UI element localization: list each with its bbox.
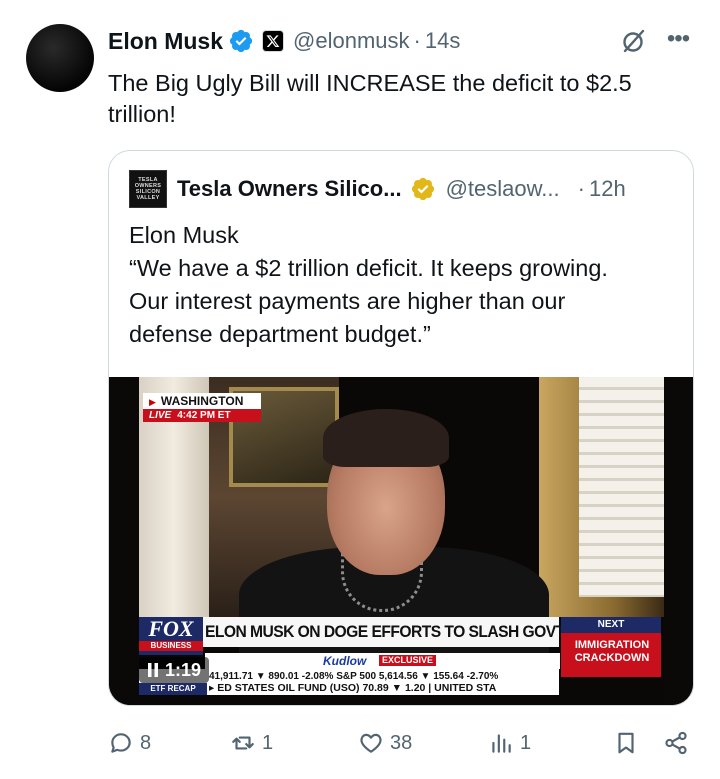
quote-text-line: Our interest payments are higher than ou… (129, 288, 566, 314)
quote-timestamp[interactable]: 12h (589, 176, 626, 202)
show-name: Kudlow (323, 654, 367, 668)
video-person-hair (323, 409, 449, 467)
location-text: WASHINGTON (160, 394, 244, 408)
quote-text-line: defense department budget.” (129, 321, 431, 347)
quote-avatar-text: VALLEY (136, 195, 160, 201)
quoted-tweet[interactable]: TESLA OWNERS SILICON VALLEY Tesla Owners… (108, 150, 694, 706)
verified-gold-badge-icon[interactable] (410, 176, 436, 202)
repost-button[interactable]: 1 (230, 726, 273, 760)
video-player[interactable]: ▶ WASHINGTON LIVE 4:42 PM ET FOX BUSINESS E… (109, 377, 693, 705)
more-icon[interactable]: ••• (665, 26, 691, 52)
video-timer[interactable]: 1:19 (139, 657, 210, 683)
live-tag: LIVE 4:42 PM ET (143, 409, 261, 422)
separator-dot: · (577, 176, 585, 201)
repost-count: 1 (262, 731, 274, 754)
pause-icon[interactable] (147, 662, 159, 678)
ticker-row: 41,911.71 ▼ 890.01 -2.08% S&P 500 5,614.… (209, 671, 499, 682)
tweet-actions: 8 1 38 1 (108, 726, 694, 760)
heart-icon (360, 733, 382, 753)
tweet-header: Elon Musk @elonmusk · 14s (108, 26, 460, 56)
share-button[interactable] (663, 726, 689, 760)
quote-text-line: Elon Musk (129, 222, 239, 248)
view-count: 1 (520, 731, 532, 754)
next-segment-text: IMMIGRATION CRACKDOWN (574, 639, 650, 664)
share-icon (665, 731, 687, 755)
views-icon (492, 734, 511, 753)
quote-author-handle[interactable]: @teslaow... (446, 176, 560, 202)
live-time: 4:42 PM ET (177, 410, 231, 421)
exclusive-tag: EXCLUSIVE (379, 655, 437, 666)
video-scene-window (579, 377, 665, 597)
verified-badge-icon[interactable] (228, 28, 254, 54)
next-label: NEXT (561, 617, 661, 633)
play-arrow-icon: ▶ (149, 397, 156, 407)
author-avatar[interactable] (26, 24, 94, 92)
author-name[interactable]: Elon Musk (108, 28, 223, 55)
repost-icon (232, 736, 254, 750)
video-duration: 1:19 (165, 660, 202, 680)
etf-recap-label: ETF RECAP (139, 683, 207, 695)
tweet-text: The Big Ugly Bill will INCREASE the defi… (108, 70, 632, 127)
bookmark-icon (618, 732, 634, 754)
reply-count: 8 (140, 731, 152, 754)
views-button[interactable]: 1 (488, 726, 531, 760)
video-letterbox-left (109, 377, 139, 705)
x-logo-icon (262, 30, 285, 52)
quote-text-line: “We have a $2 trillion deficit. It keeps… (129, 255, 608, 281)
author-handle[interactable]: @elonmusk (293, 28, 410, 54)
separator-dot: · (413, 28, 421, 53)
network-logo: FOX BUSINESS (139, 617, 203, 655)
live-location: ▶ WASHINGTON (143, 393, 261, 409)
quote-header: TESLA OWNERS SILICON VALLEY Tesla Owners… (129, 170, 626, 208)
quote-text: Elon Musk “We have a $2 trillion deficit… (129, 219, 679, 351)
quote-author-avatar[interactable]: TESLA OWNERS SILICON VALLEY (129, 170, 167, 208)
quote-author-name[interactable]: Tesla Owners Silico... (177, 176, 402, 202)
network-sub: BUSINESS (139, 641, 203, 651)
reply-icon (111, 733, 131, 753)
tweet-timestamp[interactable]: 14s (425, 28, 460, 54)
like-button[interactable]: 38 (358, 726, 412, 760)
video-letterbox-right (664, 377, 693, 705)
network-name: FOX (148, 616, 194, 641)
reply-button[interactable]: 8 (108, 726, 151, 760)
like-count: 38 (390, 731, 413, 754)
video-headline: ELON MUSK ON DOGE EFFORTS TO SLASH GOVT … (205, 622, 622, 641)
grok-icon[interactable] (621, 28, 647, 54)
live-label: LIVE (149, 410, 172, 421)
ticker-row: ▸ ED STATES OIL FUND (USO) 70.89 ▼ 1.20 … (209, 682, 497, 694)
live-location-banner: ▶ WASHINGTON LIVE 4:42 PM ET (143, 393, 261, 422)
bookmark-button[interactable] (613, 726, 639, 760)
